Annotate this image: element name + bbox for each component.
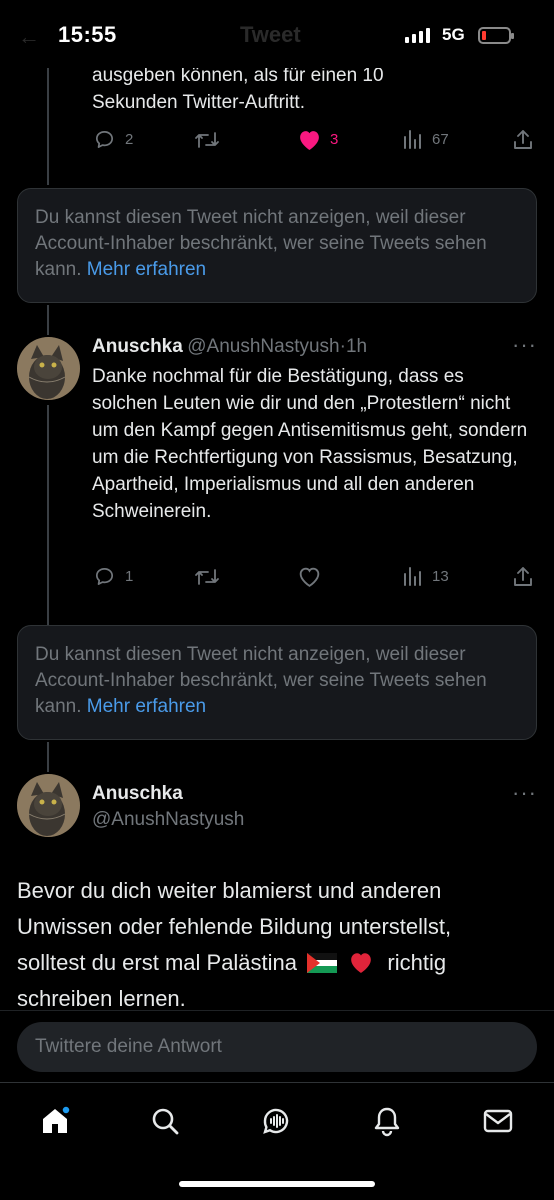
share-button[interactable]: [512, 128, 534, 152]
tab-spaces[interactable]: [256, 1101, 296, 1141]
home-icon: [43, 1105, 71, 1133]
mail-icon: [483, 1109, 513, 1133]
views-icon: [404, 567, 421, 586]
tweet-time: 1h: [345, 336, 368, 357]
display-name[interactable]: Anuschka: [92, 783, 183, 805]
views-button[interactable]: 67: [402, 128, 449, 150]
retweet-button[interactable]: [193, 128, 221, 152]
reply-button[interactable]: 1: [92, 565, 133, 588]
tab-search[interactable]: [145, 1101, 185, 1141]
back-arrow-icon[interactable]: ←: [18, 24, 40, 50]
retweet-icon: [195, 569, 219, 585]
learn-more-link[interactable]: Mehr erfahren: [87, 259, 206, 280]
retweet-button[interactable]: [193, 565, 221, 589]
home-indicator: [179, 1181, 375, 1187]
thread-line: [47, 742, 49, 772]
tweet-header: Anuschka @AnushNastyush·1h: [92, 336, 367, 358]
tab-messages[interactable]: [478, 1101, 518, 1141]
reply-icon: [95, 567, 114, 586]
more-options-icon[interactable]: ···: [512, 780, 537, 806]
cat-avatar-icon: [17, 337, 80, 400]
share-button[interactable]: [512, 565, 534, 589]
restricted-tweet-notice: Du kannst diesen Tweet nicht anzeigen, w…: [17, 188, 537, 303]
share-icon: [514, 130, 532, 149]
views-count: 13: [432, 567, 449, 585]
reply-count: 1: [125, 568, 134, 585]
views-icon: [404, 130, 421, 149]
status-time: 15:55: [58, 22, 117, 47]
spaces-icon: [263, 1108, 289, 1134]
restricted-tweet-notice: Du kannst diesen Tweet nicht anzeigen, w…: [17, 625, 537, 740]
more-options-icon[interactable]: ···: [512, 332, 537, 358]
avatar[interactable]: [17, 774, 80, 837]
heart-filled-icon: [300, 131, 319, 150]
network-label: 5G: [442, 25, 465, 44]
red-heart-icon: [347, 949, 375, 973]
signal-icon: [405, 28, 430, 43]
tweet-text: ausgeben können, als für einen 10 Sekund…: [92, 65, 384, 113]
user-handle[interactable]: @AnushNastyush: [187, 336, 339, 357]
search-icon: [152, 1108, 179, 1135]
thread-line: [47, 60, 49, 185]
reply-button[interactable]: 2: [92, 128, 133, 151]
reply-count: 2: [125, 131, 134, 148]
like-count: 3: [330, 131, 339, 148]
reply-bar: Twittere deine Antwort: [0, 1010, 554, 1082]
reply-icon: [95, 130, 114, 149]
avatar[interactable]: [17, 337, 80, 400]
main-tweet-text: Bevor du dich weiter blamierst und ander…: [17, 878, 452, 1011]
tab-home[interactable]: [35, 1101, 75, 1141]
views-count: 67: [432, 130, 449, 148]
status-bar: ← Tweet 15:55 5G: [0, 0, 554, 68]
battery-icon: [478, 27, 514, 44]
thread-line: [47, 305, 49, 335]
heart-icon: [299, 567, 320, 587]
like-button[interactable]: [297, 565, 322, 588]
tweet-text: Danke nochmal für die Bestätigung, dass …: [92, 366, 528, 522]
share-icon: [514, 567, 532, 586]
bell-icon: [374, 1107, 400, 1137]
retweet-icon: [195, 132, 219, 148]
reply-input[interactable]: Twittere deine Antwort: [17, 1022, 537, 1072]
learn-more-link[interactable]: Mehr erfahren: [87, 696, 206, 717]
like-button[interactable]: 3: [297, 128, 338, 151]
palestine-flag-icon: [307, 948, 338, 973]
header-title: Tweet: [240, 22, 301, 47]
thread-line: [47, 405, 49, 625]
user-handle[interactable]: @AnushNastyush: [92, 809, 244, 831]
display-name[interactable]: Anuschka: [92, 336, 183, 357]
tab-notifications[interactable]: [367, 1101, 407, 1141]
cat-avatar-icon: [17, 774, 80, 837]
views-button[interactable]: 13: [402, 565, 449, 587]
